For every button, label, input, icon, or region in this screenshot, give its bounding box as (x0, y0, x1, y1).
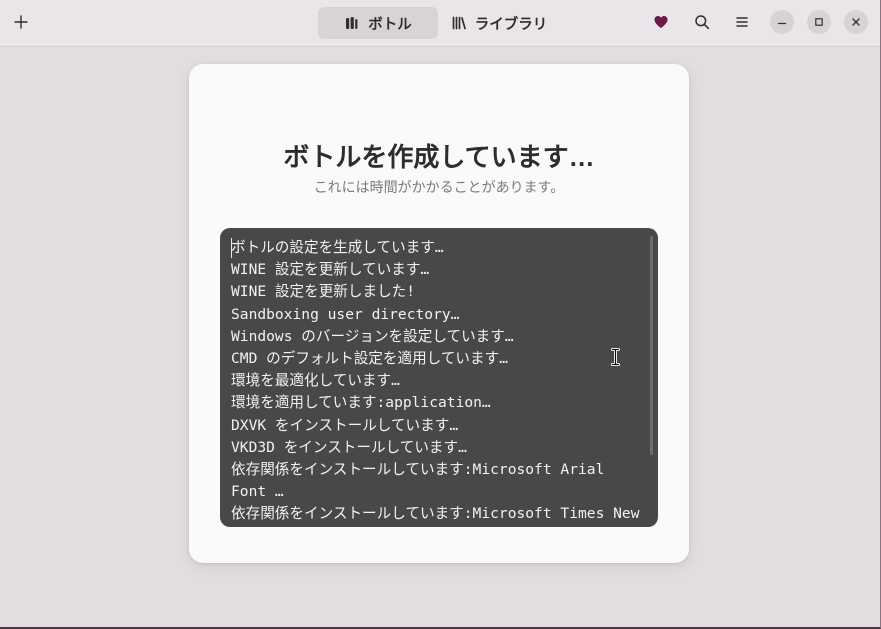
open-menu-icon (736, 17, 748, 27)
maximize-button[interactable] (807, 10, 831, 34)
log-line: Sandboxing user directory… (231, 305, 460, 323)
log-line: 環境を適用しています:application… (231, 394, 491, 412)
maximize-icon (815, 18, 823, 26)
new-bottle-button[interactable] (4, 5, 38, 39)
log-line: 環境を最適化しています… (231, 372, 400, 390)
tab-library-label: ライブラリ (474, 16, 548, 33)
log-line: CMD のデフォルト設定を適用しています… (231, 350, 508, 368)
minimize-icon (777, 22, 787, 25)
log-line: DXVK をインストールしています… (231, 416, 459, 434)
header-bar: ボトル ライブラリ (0, 0, 880, 47)
search-button[interactable] (685, 5, 719, 39)
tab-bottles[interactable]: ボトル (318, 7, 438, 39)
bottles-icon (346, 17, 358, 29)
log-line: WINE 設定を更新しています… (231, 261, 430, 279)
log-line: 依存関係をインストールしています:Microsoft Times New (231, 505, 640, 523)
minimize-button[interactable] (770, 10, 794, 34)
main-menu-button[interactable] (725, 5, 759, 39)
installation-log[interactable]: ボトルの設定を生成しています… WINE 設定を更新しています… WINE 設定… (220, 228, 658, 527)
log-line: VKD3D をインストールしています… (231, 438, 467, 456)
donate-button[interactable] (644, 5, 678, 39)
log-line: ボトルの設定を生成しています… (231, 239, 444, 256)
heart-icon (654, 16, 668, 28)
create-bottle-dialog: ボトルを作成しています… これには時間がかかることがあります。 ボトルの設定を生… (189, 64, 689, 563)
log-scrollbar[interactable] (650, 236, 653, 455)
close-icon (852, 18, 860, 26)
search-icon (695, 15, 710, 30)
log-line: 依存関係をインストールしています:Microsoft Arial Font … (231, 461, 614, 501)
mouse-pointer-ibeam-icon (611, 348, 620, 366)
bottles-window: ボトル ライブラリ ボトルを作成しています… これには時間がかかることがあります… (0, 0, 881, 629)
log-line: Windows のバージョンを設定しています… (231, 327, 514, 345)
log-line: WINE 設定を更新しました! (231, 283, 416, 301)
tab-bottles-label: ボトル (368, 16, 412, 33)
dialog-title: ボトルを作成しています… (283, 142, 595, 172)
tab-library[interactable]: ライブラリ (438, 7, 560, 39)
plus-icon (14, 15, 28, 29)
close-button[interactable] (844, 10, 868, 34)
dialog-subtitle: これには時間がかかることがあります。 (313, 179, 565, 195)
log-text: ボトルの設定を生成しています… WINE 設定を更新しています… WINE 設定… (231, 237, 645, 526)
library-icon (452, 16, 466, 30)
text-caret (231, 238, 232, 258)
